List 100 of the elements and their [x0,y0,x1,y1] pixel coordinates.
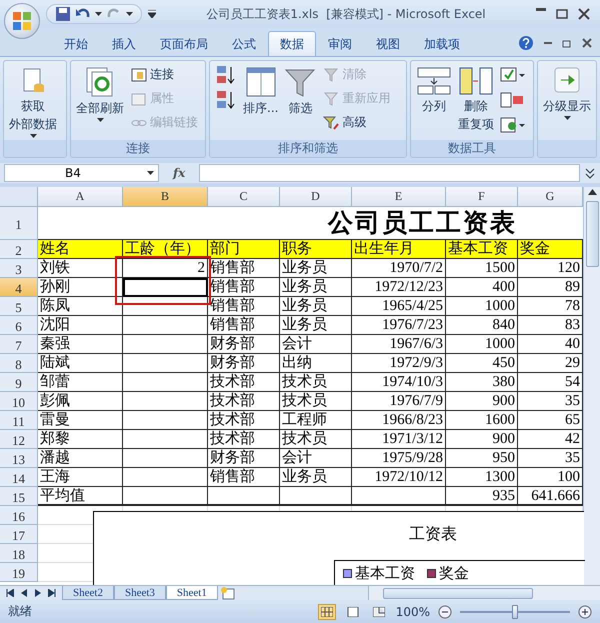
row-header[interactable]: 1 [0,207,38,240]
row-header[interactable]: 18 [0,544,38,563]
table-cell: 业务员 [280,259,352,278]
table-cell: 1500 [446,259,518,278]
table-cell: 出纳 [280,354,352,373]
ribbon-button[interactable]: 分级显示 [542,64,592,122]
group-label: 连接 [71,140,205,157]
sheet-tab[interactable]: Sheet3 [114,586,166,600]
table-cell: 业务员 [280,468,352,487]
column-header[interactable]: C [208,187,280,207]
ribbon-tab[interactable]: 审阅 [316,31,364,56]
column-header[interactable]: G [518,187,583,207]
ribbon-tab[interactable]: 加载项 [412,31,472,56]
table-cell: 641.666 [518,487,583,506]
caret-icon [126,12,133,16]
table-cell: 秦强 [38,335,123,354]
table-cell: 900 [446,392,518,411]
table-cell: 雷曼 [38,411,123,430]
close-icon [582,38,592,48]
row-header[interactable]: 15 [0,487,38,506]
column-header[interactable]: D [280,187,352,207]
zoom-level: 100% [396,604,430,618]
row-header[interactable]: 12 [0,430,38,449]
table-cell: 950 [446,449,518,468]
zoom-in-icon [578,604,592,618]
row-header[interactable]: 8 [0,354,38,373]
table-cell: 技术员 [280,373,352,392]
caret-icon [96,118,104,122]
formula-input[interactable] [199,164,580,182]
table-cell: 40 [518,335,583,354]
scrollbar-thumb[interactable] [586,201,598,267]
table-cell: 54 [518,373,583,392]
sort-ascending-icon [215,64,237,86]
ribbon-tab[interactable]: 开始 [52,31,100,56]
scrollbar-thumb[interactable] [382,588,533,598]
normal-view-button[interactable] [318,604,336,620]
ribbon-tab[interactable]: 公式 [220,31,268,56]
table-cell: 1000 [446,335,518,354]
table-cell: 89 [518,278,583,297]
column-header[interactable]: A [38,187,123,207]
ribbon-button[interactable]: 获取 外部数据 [8,64,58,140]
ribbon-button[interactable]: 分列 [415,64,453,116]
selected-cell[interactable] [123,278,208,297]
ribbon-button[interactable]: 高级 [321,112,392,133]
row-header[interactable]: 5 [0,297,38,316]
row-header[interactable]: 11 [0,411,38,430]
table-cell: 1976/7/9 [352,392,446,411]
table-cell: 业务员 [280,278,352,297]
column-header[interactable]: E [352,187,446,207]
sheet-tab[interactable]: Sheet2 [62,586,114,600]
row-header[interactable]: 19 [0,563,38,582]
row-header[interactable]: 16 [0,506,38,525]
chart-title: 工资表 [409,524,457,545]
column-header[interactable]: B [123,187,208,207]
next-sheet-icon [34,589,42,597]
legend-item: 奖金 [427,563,469,583]
ribbon-button[interactable]: 筛选 [283,64,318,118]
table-cell: 技术部 [208,392,280,411]
row-header[interactable]: 3 [0,259,38,278]
what-if-icon [500,116,526,134]
table-cell: 42 [518,430,583,449]
row-header[interactable]: 14 [0,468,38,487]
row-header[interactable]: 4 [0,278,38,297]
row-header[interactable]: 2 [0,240,38,259]
table-cell: 彭佩 [38,392,123,411]
row-header[interactable]: 17 [0,525,38,544]
row-header[interactable]: 7 [0,335,38,354]
ribbon-tab[interactable]: 插入 [100,31,148,56]
row-header[interactable]: 9 [0,373,38,392]
ribbon-tab[interactable]: 页面布局 [148,31,220,56]
sort-grid-icon [244,66,277,98]
ribbon-button[interactable]: 全部刷新 [75,64,125,124]
table-cell: 1965/4/25 [352,297,446,316]
name-box[interactable]: B4 [4,164,159,182]
row-header[interactable]: 13 [0,449,38,468]
table-cell: 出生年月 [352,240,446,259]
maximize-icon [556,8,568,20]
table-cell: 郑黎 [38,430,123,449]
table-cell: 2 [123,259,208,278]
slider-thumb[interactable] [512,604,518,618]
ribbon-tab[interactable]: 视图 [364,31,412,56]
first-sheet-icon [6,589,14,597]
table-cell: 销售部 [208,297,280,316]
ribbon-tab[interactable]: 数据 [268,31,316,56]
sheet-tab[interactable]: Sheet1 [166,586,218,600]
ribbon-button[interactable]: 删除 重复项 [457,64,495,134]
ribbon-button[interactable]: 排序... [242,64,280,118]
page-icon [346,606,359,616]
last-sheet-icon [48,589,56,597]
ribbon-button[interactable]: 连接 [129,64,200,85]
table-cell: 潘越 [38,449,123,468]
row-header[interactable]: 10 [0,392,38,411]
caret-icon [564,116,570,120]
validation-icon [500,66,526,84]
table-cell: 沈阳 [38,316,123,335]
properties-icon [131,90,147,106]
row-header[interactable]: 6 [0,316,38,335]
column-header[interactable]: F [446,187,518,207]
grid-icon [320,606,333,616]
office-button[interactable] [4,3,40,39]
